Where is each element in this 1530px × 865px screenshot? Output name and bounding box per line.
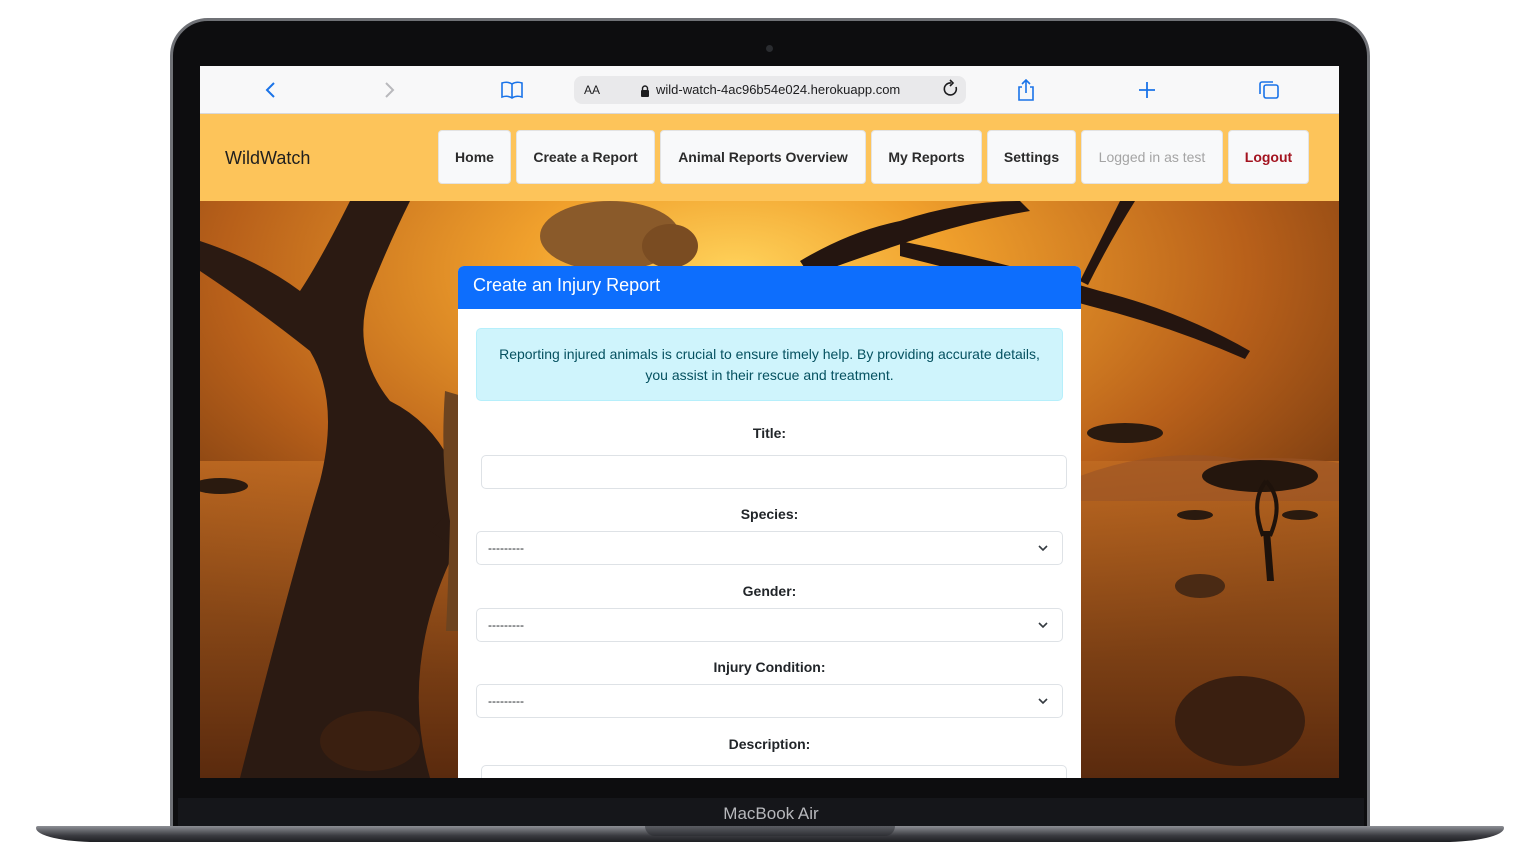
injury-selected-value: ---------: [488, 694, 524, 708]
gender-selected-value: ---------: [488, 618, 524, 632]
logout-button[interactable]: Logout: [1228, 130, 1309, 184]
camera: [766, 45, 773, 52]
site-navbar: WildWatch Home Create a Report Animal Re…: [200, 114, 1339, 201]
species-selected-value: ---------: [488, 541, 524, 555]
laptop-chin: MacBook Air: [178, 798, 1364, 828]
nav-my-reports-button[interactable]: My Reports: [871, 130, 982, 184]
species-select[interactable]: ---------: [476, 531, 1063, 565]
logged-in-status: Logged in as test: [1081, 130, 1223, 184]
chevron-down-icon: [1036, 541, 1050, 555]
description-textarea[interactable]: [481, 765, 1067, 778]
new-tab-icon[interactable]: [1135, 78, 1159, 102]
reload-icon[interactable]: [942, 79, 960, 104]
injury-report-card: Create an Injury Report Reporting injure…: [458, 266, 1081, 778]
back-icon[interactable]: [258, 78, 282, 102]
title-label: Title:: [752, 425, 787, 441]
card-title: Create an Injury Report: [458, 266, 1081, 309]
title-input[interactable]: [481, 455, 1067, 489]
bookmarks-icon[interactable]: [500, 78, 524, 102]
injury-condition-label: Injury Condition:: [713, 659, 826, 675]
reader-mode-button[interactable]: AA: [584, 83, 600, 97]
brand-logo[interactable]: WildWatch: [225, 148, 310, 169]
url-text: wild-watch-4ac96b54e024.herokuapp.com: [656, 82, 901, 97]
lock-icon: [640, 84, 650, 97]
nav-animal-reports-overview-button[interactable]: Animal Reports Overview: [660, 130, 866, 184]
screen: AA wild-watch-4ac96b54e024.herokuapp.com…: [200, 66, 1339, 778]
laptop-notch: [645, 826, 895, 836]
injury-condition-select[interactable]: ---------: [476, 684, 1063, 718]
chevron-down-icon: [1036, 618, 1050, 632]
device-label: MacBook Air: [723, 804, 819, 823]
description-label: Description:: [728, 736, 811, 752]
chevron-down-icon: [1036, 694, 1050, 708]
nav-home-button[interactable]: Home: [438, 130, 511, 184]
gender-select[interactable]: ---------: [476, 608, 1063, 642]
browser-toolbar: AA wild-watch-4ac96b54e024.herokuapp.com: [200, 66, 1339, 114]
nav-settings-button[interactable]: Settings: [987, 130, 1076, 184]
gender-label: Gender:: [742, 583, 797, 599]
tabs-overview-icon[interactable]: [1257, 78, 1281, 102]
share-icon[interactable]: [1014, 78, 1038, 102]
species-label: Species:: [740, 506, 799, 522]
address-bar[interactable]: AA wild-watch-4ac96b54e024.herokuapp.com: [574, 76, 966, 104]
forward-icon[interactable]: [378, 78, 402, 102]
nav-create-report-button[interactable]: Create a Report: [516, 130, 655, 184]
info-alert: Reporting injured animals is crucial to …: [476, 328, 1063, 401]
